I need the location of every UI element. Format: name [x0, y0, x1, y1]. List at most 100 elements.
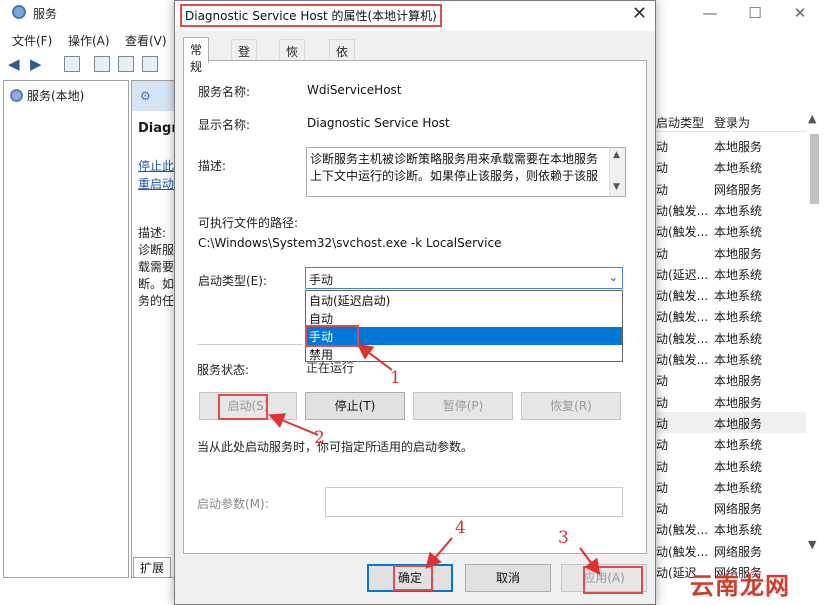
cell-startup-type: 动: [656, 459, 669, 474]
cell-startup-type: 动(触发...: [656, 225, 709, 240]
cell-logon-as: 本地系统: [714, 459, 763, 474]
properties-dialog: Diagnostic Service Host 的属性(本地计算机) ✕ 常规 …: [174, 0, 656, 605]
path-value: C:\Windows\System32\svchost.exe -k Local…: [198, 236, 502, 250]
start-params-label: 启动参数(M):: [197, 497, 269, 511]
tab-recovery[interactable]: 恢复: [279, 39, 306, 76]
stop-service-link[interactable]: 停止此: [138, 157, 174, 174]
table-row[interactable]: 动 本地服务: [656, 411, 806, 433]
list-scrollbar[interactable]: ▲ ▼: [806, 110, 823, 555]
description-field[interactable]: 诊断服务主机被诊断策略服务用来承载需要在本地服务上下文中运行的诊断。如果停止该服…: [306, 147, 626, 197]
refresh-icon[interactable]: [118, 56, 134, 72]
menu-file[interactable]: 文件(F): [12, 32, 52, 49]
cell-logon-as: 本地服务: [714, 416, 763, 431]
table-row[interactable]: 动 网络服务: [656, 497, 806, 518]
annotation-number: 1: [390, 368, 401, 388]
display-name-label: 显示名称:: [198, 118, 251, 132]
service-name-value: WdiServiceHost: [307, 83, 402, 97]
table-row[interactable]: 动 网络服务: [656, 178, 806, 199]
cell-startup-type: 动: [656, 395, 669, 410]
scroll-down-icon[interactable]: ▼: [808, 538, 816, 551]
startup-type-label: 启动类型(E):: [198, 274, 267, 288]
menu-bar: 文件(F) 操作(A) 查看(V): [0, 30, 175, 50]
dialog-titlebar: Diagnostic Service Host 的属性(本地计算机) ✕: [175, 1, 655, 31]
properties-icon[interactable]: [94, 56, 110, 72]
cancel-button[interactable]: 取消: [465, 564, 551, 592]
cell-startup-type: 动: [656, 438, 669, 453]
minimize-icon[interactable]: —: [692, 2, 728, 24]
table-row[interactable]: 动 本地服务: [656, 391, 806, 412]
forward-arrow-icon[interactable]: ▶: [30, 55, 42, 73]
stop-service-button[interactable]: 停止(T): [305, 392, 405, 420]
resume-service-button[interactable]: 恢复(R): [521, 392, 621, 420]
startup-type-select[interactable]: 手动 ⌄: [305, 267, 623, 289]
services-icon: ⚙: [140, 89, 151, 103]
pause-service-button[interactable]: 暂停(P): [413, 392, 513, 420]
annotation-number: 4: [455, 518, 466, 538]
main-window-title: 服务: [33, 7, 58, 21]
scroll-up-icon[interactable]: ▲: [613, 150, 620, 160]
cell-startup-type: 动(触发...: [656, 203, 709, 218]
table-row[interactable]: 动 本地系统: [656, 476, 806, 497]
scroll-up-icon[interactable]: ▲: [808, 112, 816, 125]
cell-startup-type: 动: [656, 480, 669, 495]
column-logon-as[interactable]: 登录为: [714, 114, 750, 131]
back-arrow-icon[interactable]: ◀: [8, 55, 20, 73]
console-tree-icon[interactable]: [64, 56, 80, 72]
chevron-down-icon[interactable]: ⌄: [609, 271, 618, 284]
table-row[interactable]: 动(触发... 本地系统: [656, 348, 806, 369]
table-row[interactable]: 动(触发... 本地系统: [656, 199, 806, 220]
scroll-down-icon[interactable]: ▼: [613, 182, 620, 192]
tab-extended[interactable]: 扩展: [133, 557, 172, 577]
menu-view[interactable]: 查看(V): [125, 32, 167, 49]
cell-logon-as: 本地服务: [714, 246, 763, 261]
table-row[interactable]: 动 本地系统: [656, 455, 806, 476]
table-row[interactable]: 动 本地系统: [656, 156, 806, 177]
highlight-start-button: [218, 394, 268, 420]
highlight-apply-button: [583, 566, 643, 594]
restart-service-link[interactable]: 重启动: [138, 175, 174, 192]
startup-option-auto-delayed[interactable]: 自动(延迟启动): [306, 291, 622, 309]
export-list-icon[interactable]: [142, 56, 158, 72]
table-row[interactable]: 动(延迟... 本地系统: [656, 263, 806, 284]
table-row[interactable]: 动(触发... 本地系统: [656, 518, 806, 539]
table-row[interactable]: 动(触发... 本地系统: [656, 305, 806, 326]
tab-logon[interactable]: 登录: [231, 39, 258, 76]
tree-item-services-local[interactable]: 服务(本地): [10, 87, 84, 104]
tab-general[interactable]: 常规: [183, 37, 210, 74]
path-label: 可执行文件的路径:: [198, 216, 299, 230]
description-label: 描述:: [198, 159, 227, 173]
description-scrollbar[interactable]: ▲ ▼: [609, 148, 625, 196]
column-startup-type[interactable]: 启动类型: [656, 114, 704, 131]
tab-dependencies[interactable]: 依存关系: [329, 39, 356, 110]
detail-desc-label: 描述:: [138, 226, 167, 240]
table-row[interactable]: 动 本地服务: [656, 369, 806, 390]
table-row[interactable]: 动(触发... 本地系统: [656, 284, 806, 305]
table-row[interactable]: 动(触发... 本地系统: [656, 220, 806, 241]
cell-startup-type: 动(触发...: [656, 353, 709, 367]
dialog-close-icon[interactable]: ✕: [632, 3, 647, 24]
service-name-label: 服务名称:: [198, 85, 251, 99]
cell-logon-as: 本地服务: [714, 140, 763, 154]
start-params-hint: 当从此处启动服务时，你可指定所适用的启动参数。: [197, 440, 474, 454]
table-row[interactable]: 动 本地服务: [656, 242, 806, 263]
table-row[interactable]: 动(触发... 网络服务: [656, 540, 806, 561]
detail-desc-line: 务的任: [138, 294, 175, 308]
cell-logon-as: 本地系统: [714, 161, 763, 176]
detail-desc-line: 诊断服: [138, 243, 175, 257]
scrollbar-thumb[interactable]: [810, 134, 819, 204]
cell-logon-as: 本地系统: [714, 480, 763, 495]
cell-logon-as: 本地系统: [714, 310, 763, 325]
service-status-value: 正在运行: [306, 361, 355, 375]
start-params-input: [325, 487, 623, 517]
services-app-icon: [12, 5, 26, 19]
table-row[interactable]: 动(触发... 本地系统: [656, 327, 806, 348]
cell-startup-type: 动: [656, 502, 669, 517]
maximize-icon[interactable]: ☐: [737, 2, 773, 24]
close-icon[interactable]: ✕: [782, 2, 818, 24]
cell-logon-as: 本地服务: [714, 374, 763, 389]
divider: [197, 344, 303, 345]
table-row[interactable]: 动 本地服务: [656, 135, 806, 156]
menu-action[interactable]: 操作(A): [68, 32, 110, 49]
detail-service-title: Diagn: [138, 121, 179, 136]
table-row[interactable]: 动 本地系统: [656, 433, 806, 454]
